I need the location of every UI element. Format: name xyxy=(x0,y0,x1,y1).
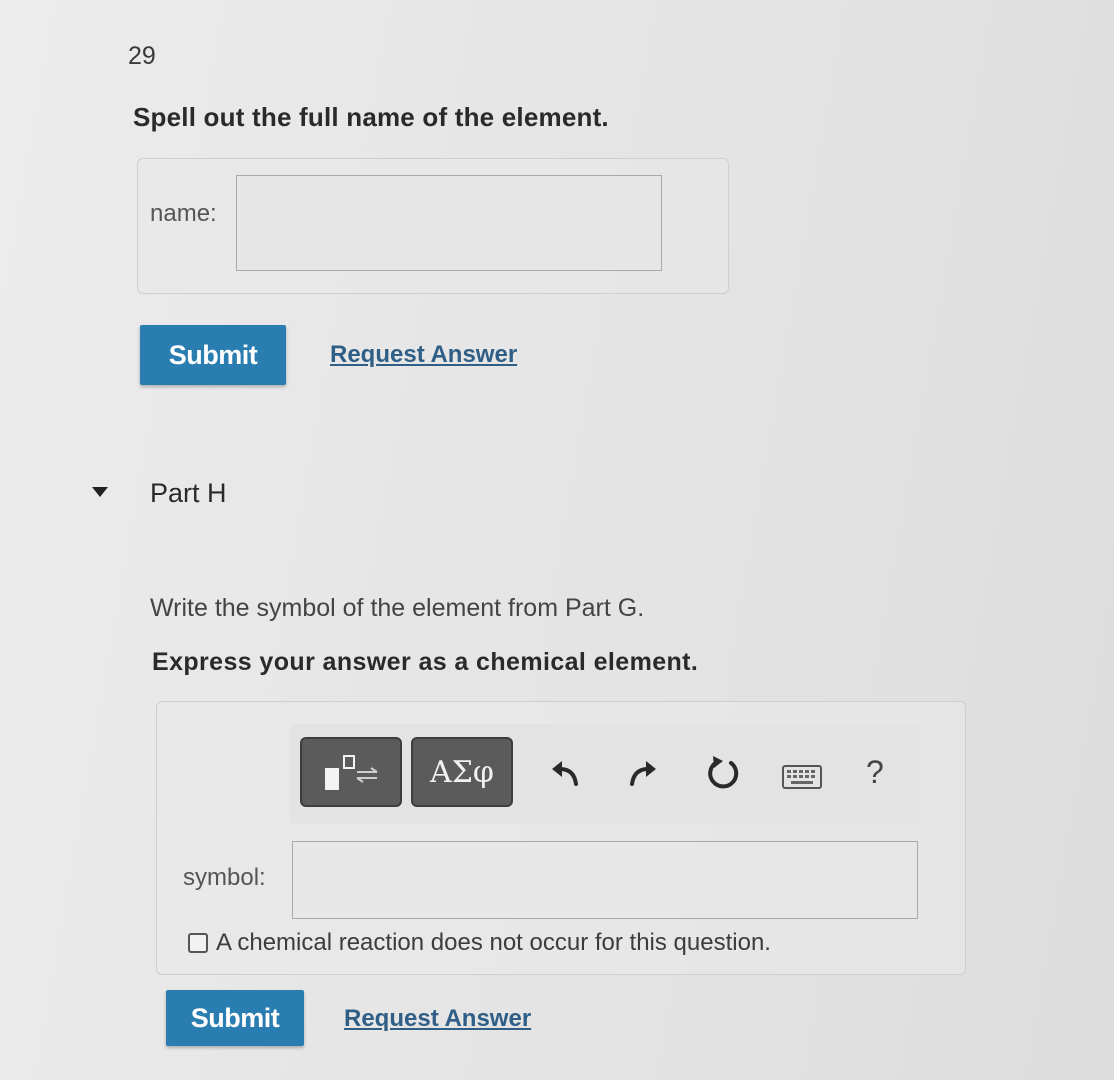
name-label: name: xyxy=(150,200,217,227)
part-h-request-answer-link[interactable]: Request Answer xyxy=(344,1005,531,1033)
redo-button[interactable] xyxy=(624,755,662,793)
no-reaction-label: A chemical reaction does not occur for t… xyxy=(216,929,771,956)
part-g-request-answer-link[interactable]: Request Answer xyxy=(330,341,517,369)
keyboard-button[interactable] xyxy=(780,762,824,792)
templates-icon xyxy=(325,755,378,790)
reset-button[interactable] xyxy=(702,752,744,794)
part-g-prompt: Spell out the full name of the element. xyxy=(133,102,609,132)
templates-button[interactable] xyxy=(300,737,402,807)
part-h-title: Part H xyxy=(150,478,227,508)
question-number: 29 xyxy=(128,42,156,70)
part-h-express-instruction: Express your answer as a chemical elemen… xyxy=(152,648,699,676)
part-h-instruction: Write the symbol of the element from Par… xyxy=(150,594,645,622)
undo-button[interactable] xyxy=(546,755,584,793)
symbol-input[interactable] xyxy=(292,841,918,919)
no-reaction-checkbox[interactable] xyxy=(188,933,208,953)
help-button[interactable]: ? xyxy=(866,754,884,791)
undo-icon xyxy=(552,761,578,786)
greek-symbols-button[interactable]: ΑΣφ xyxy=(411,737,513,807)
redo-icon xyxy=(630,761,656,786)
name-input[interactable] xyxy=(236,175,662,271)
symbol-label: symbol: xyxy=(183,864,266,891)
part-g-submit-button[interactable]: Submit xyxy=(140,325,286,385)
part-h-collapse-caret-icon[interactable] xyxy=(92,487,108,497)
reset-icon xyxy=(708,756,739,789)
greek-symbols-label: ΑΣφ xyxy=(430,754,494,790)
part-h-submit-button[interactable]: Submit xyxy=(166,990,304,1046)
keyboard-icon xyxy=(782,765,822,789)
